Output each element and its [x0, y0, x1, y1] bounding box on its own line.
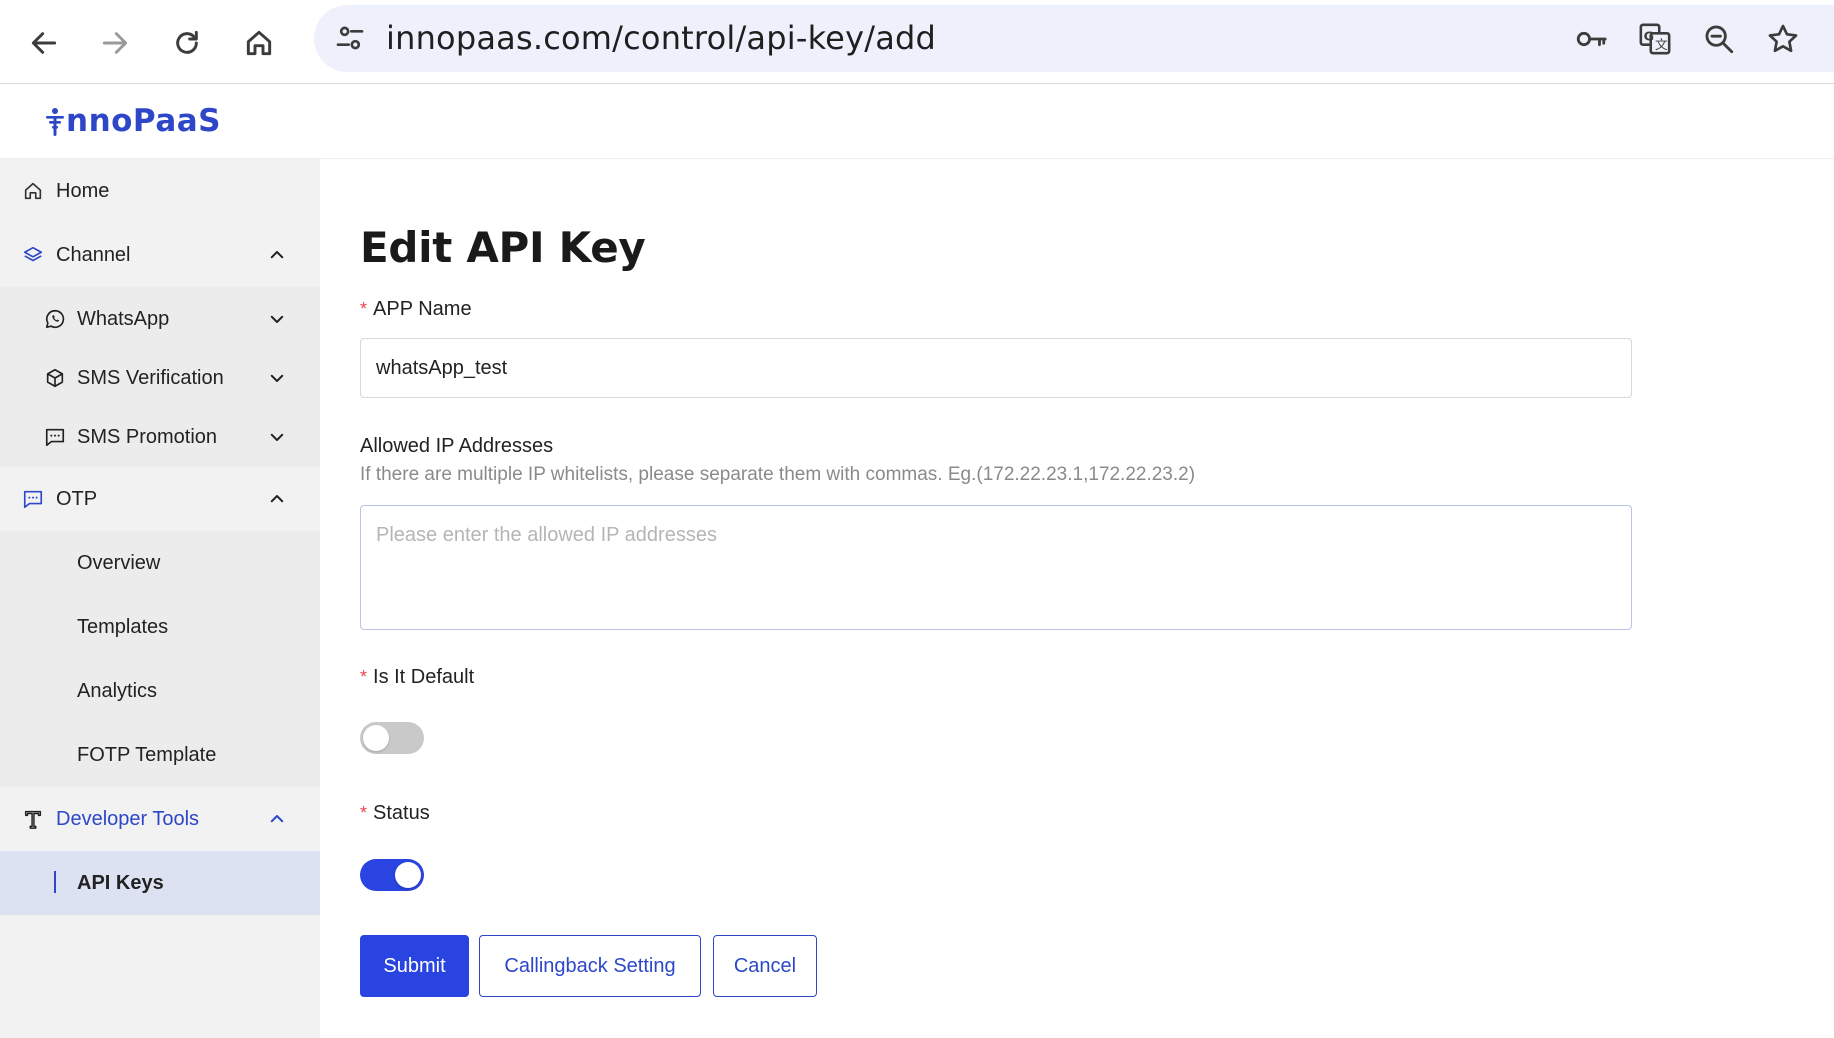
otp-message-icon — [23, 490, 43, 509]
cube-icon — [46, 368, 64, 388]
bookmark-star-icon[interactable] — [1766, 22, 1800, 56]
zoom-icon[interactable] — [1702, 22, 1736, 56]
status-label: * Status — [360, 802, 430, 824]
sidebar-item-label: API Keys — [77, 871, 164, 894]
chevron-up-icon — [270, 495, 284, 503]
sidebar-item-label: Home — [56, 179, 110, 202]
sidebar-item-label: WhatsApp — [77, 307, 170, 330]
logo-mark-icon — [46, 108, 64, 136]
sidebar-item-sms-verification[interactable]: SMS Verification — [0, 346, 320, 410]
app-header: nnoPaaS — [0, 85, 1834, 159]
sidebar-item-label: OTP — [56, 487, 98, 510]
chevron-down-icon — [270, 433, 284, 441]
page-title: Edit API Key — [360, 223, 646, 272]
cancel-button[interactable]: Cancel — [713, 935, 817, 997]
submit-button[interactable]: Submit — [360, 935, 469, 997]
required-mark: * — [360, 667, 368, 687]
svg-text:文: 文 — [1655, 38, 1668, 53]
app-name-label: * APP Name — [360, 298, 472, 320]
sidebar: Home Channel WhatsApp SMS Verification S… — [0, 159, 320, 1038]
reload-icon — [176, 30, 198, 54]
address-bar[interactable]: innopaas.com/control/api-key/add G文 — [314, 5, 1834, 72]
sidebar-item-overview[interactable]: Overview — [0, 531, 320, 595]
sidebar-item-api-keys[interactable]: API Keys — [0, 851, 320, 915]
home-icon — [24, 182, 42, 200]
forward-button[interactable] — [88, 16, 142, 70]
toggle-knob — [395, 862, 421, 888]
translate-icon[interactable]: G文 — [1638, 22, 1672, 56]
chevron-down-icon — [270, 374, 284, 382]
message-icon — [45, 428, 65, 447]
chevron-down-icon — [270, 315, 284, 323]
back-arrow-icon — [31, 32, 57, 54]
default-label: * Is It Default — [360, 666, 475, 688]
logo-text: nnoPaaS — [66, 103, 221, 139]
sidebar-item-templates[interactable]: Templates — [0, 595, 320, 659]
active-indicator — [54, 871, 56, 893]
layers-icon — [23, 246, 43, 262]
sidebar-item-developer-tools[interactable]: Developer Tools — [0, 787, 320, 851]
sidebar-item-label: Analytics — [77, 679, 158, 702]
chevron-up-icon — [270, 251, 284, 259]
default-toggle[interactable] — [360, 722, 424, 754]
sidebar-item-channel[interactable]: Channel — [0, 223, 320, 287]
callingback-setting-button[interactable]: Callingback Setting — [479, 935, 701, 997]
sidebar-item-whatsapp[interactable]: WhatsApp — [0, 287, 320, 351]
app-name-input[interactable]: whatsApp_test — [360, 338, 1632, 398]
sidebar-item-fotp-template[interactable]: FOTP Template — [0, 723, 320, 787]
sidebar-item-label: FOTP Template — [77, 743, 217, 766]
sidebar-item-label: Channel — [56, 243, 131, 266]
whatsapp-icon — [45, 309, 65, 329]
required-mark: * — [360, 803, 368, 823]
sidebar-item-sms-promotion[interactable]: SMS Promotion — [0, 405, 320, 469]
sidebar-item-analytics[interactable]: Analytics — [0, 659, 320, 723]
innopaas-logo[interactable]: nnoPaaS — [44, 103, 221, 139]
url-text[interactable]: innopaas.com/control/api-key/add — [386, 19, 936, 57]
sidebar-item-label: SMS Verification — [77, 366, 224, 389]
main-content: Edit API Key * APP Name whatsApp_test All… — [320, 159, 1834, 1038]
required-mark: * — [360, 299, 368, 319]
sidebar-item-label: Templates — [77, 615, 169, 638]
sidebar-item-label: Developer Tools — [56, 807, 200, 830]
sidebar-item-label: Overview — [77, 551, 161, 574]
status-toggle[interactable] — [360, 859, 424, 891]
allowed-ip-label: Allowed IP Addresses — [360, 435, 554, 457]
svg-text:G: G — [1644, 29, 1654, 44]
back-button[interactable] — [17, 16, 71, 70]
browser-toolbar: innopaas.com/control/api-key/add G文 — [0, 0, 1834, 84]
allowed-ip-textarea[interactable]: Please enter the allowed IP addresses — [360, 505, 1632, 630]
sidebar-item-home[interactable]: Home — [0, 159, 320, 223]
tools-icon — [24, 810, 42, 829]
allowed-ip-hint: If there are multiple IP whitelists, ple… — [360, 464, 1196, 485]
browser-home-icon — [246, 30, 272, 56]
password-key-icon[interactable] — [1574, 22, 1608, 56]
chevron-up-icon — [270, 815, 284, 823]
site-settings-icon[interactable] — [334, 22, 366, 54]
home-button[interactable] — [232, 16, 286, 70]
reload-button[interactable] — [160, 16, 214, 70]
forward-arrow-icon — [102, 32, 128, 54]
sidebar-item-label: SMS Promotion — [77, 425, 218, 448]
sidebar-item-otp[interactable]: OTP — [0, 467, 320, 531]
toggle-knob — [363, 725, 389, 751]
